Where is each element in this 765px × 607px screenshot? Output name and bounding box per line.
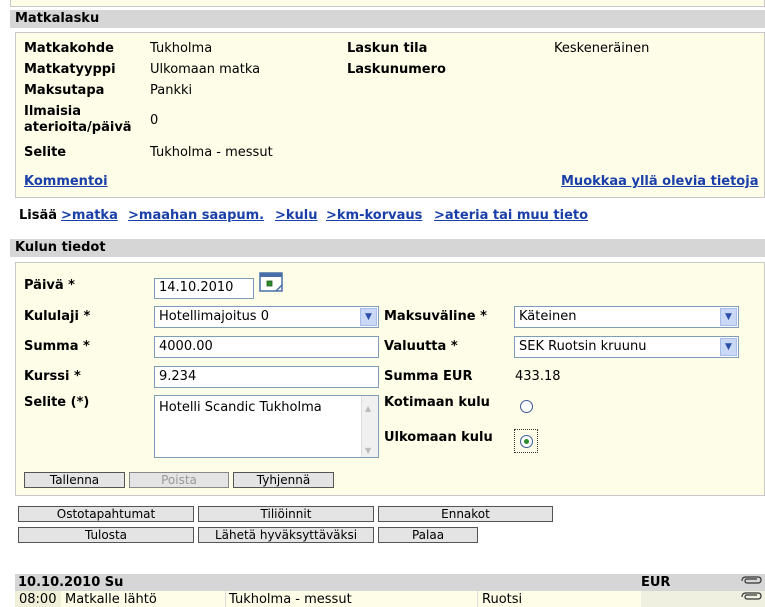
muokkaa-link[interactable]: Muokkaa yllä olevia tietoja [561, 174, 758, 189]
chevron-down-icon[interactable]: ▼ [360, 308, 377, 326]
row-divider [477, 591, 478, 607]
paiva-label: Päivä * [24, 278, 75, 293]
laheta-button[interactable]: Lähetä hyväksyttäväksi [198, 527, 374, 543]
matkalasku-header: Matkalasku [10, 10, 765, 28]
previous-panel-edge [10, 0, 765, 7]
laskunumero-label: Laskunumero [347, 62, 446, 77]
radio-selected-dot [524, 439, 529, 444]
ilmaisia-label-line2: aterioita/päivä [24, 120, 132, 135]
matkatyyppi-value: Ulkomaan matka [150, 62, 261, 77]
ilmaisia-label-line1: Ilmaisia [24, 104, 82, 119]
paperclip-icon[interactable] [739, 591, 763, 603]
ulkomaan-kulu-radio[interactable] [520, 435, 533, 448]
tallenna-button[interactable]: Tallenna [24, 472, 125, 488]
row-event: Matkalle lähtö [65, 592, 157, 607]
table-row[interactable]: 08:00 Matkalle lähtö Tukholma - messut R… [15, 591, 765, 607]
selite-value: Tukholma - messut [150, 145, 273, 160]
kommentoi-link[interactable]: Kommentoi [24, 174, 108, 189]
matkakohde-value: Tukholma [150, 41, 213, 56]
valuutta-label: Valuutta * [384, 339, 458, 354]
poista-button[interactable]: Poista [129, 472, 229, 488]
ostotapahtumat-button[interactable]: Ostotapahtumat [18, 506, 194, 522]
matkatyyppi-label: Matkatyyppi [24, 62, 116, 77]
add-ateria-link[interactable]: >ateria tai muu tieto [434, 208, 588, 223]
day-date: 10.10.2010 Su [18, 575, 124, 590]
summa-input[interactable]: 4000.00 [154, 336, 379, 358]
currency-header: EUR [641, 575, 671, 590]
kulun-tiedot-header: Kulun tiedot [10, 239, 765, 257]
selite-label: Selite [24, 145, 67, 160]
valuutta-select[interactable]: SEK Ruotsin kruunu ▼ [514, 336, 739, 358]
scroll-up-icon[interactable]: ▲ [365, 400, 371, 418]
maksutapa-label: Maksutapa [24, 83, 105, 98]
calendar-icon[interactable] [259, 272, 285, 294]
row-country: Ruotsi [482, 592, 523, 607]
textarea-scrollbar[interactable]: ▲ ▼ [361, 396, 378, 457]
add-kulu-link[interactable]: >kulu [275, 208, 318, 223]
summa-eur-label: Summa EUR [384, 369, 473, 384]
day-header-row: 10.10.2010 Su EUR [15, 574, 765, 591]
matkakohde-label: Matkakohde [24, 41, 114, 56]
maksuvaline-value: Käteinen [519, 309, 577, 324]
kululaji-select[interactable]: Hotellimajoitus 0 ▼ [154, 306, 379, 328]
maksuvaline-select[interactable]: Käteinen ▼ [514, 306, 739, 328]
kululaji-value: Hotellimajoitus 0 [159, 309, 269, 324]
chevron-down-icon[interactable]: ▼ [720, 308, 737, 326]
laskun-tila-value: Keskeneräinen [554, 41, 650, 56]
valuutta-value: SEK Ruotsin kruunu [519, 339, 647, 354]
maksutapa-value: Pankki [150, 83, 193, 98]
add-km-korvaus-link[interactable]: >km-korvaus [326, 208, 422, 223]
chevron-down-icon[interactable]: ▼ [720, 338, 737, 356]
summa-label: Summa * [24, 339, 90, 354]
scroll-down-icon[interactable]: ▼ [365, 442, 371, 460]
paperclip-icon[interactable] [739, 575, 763, 587]
selite-textarea-value: Hotelli Scandic Tukholma [159, 400, 322, 415]
palaa-button[interactable]: Palaa [378, 527, 478, 543]
ennakot-button[interactable]: Ennakot [378, 506, 553, 522]
add-matka-link[interactable]: >matka [61, 208, 118, 223]
laskun-tila-label: Laskun tila [347, 41, 428, 56]
tilioinnit-button[interactable]: Tiliöinnit [198, 506, 374, 522]
kotimaan-kulu-label: Kotimaan kulu [384, 395, 490, 410]
kurssi-label: Kurssi * [24, 369, 81, 384]
ilmaisia-value: 0 [150, 113, 159, 128]
selite-textarea[interactable]: Hotelli Scandic Tukholma ▲ ▼ [154, 395, 379, 458]
maksuvaline-label: Maksuväline * [384, 309, 487, 324]
selite-kulu-label: Selite (*) [24, 395, 90, 410]
kululaji-label: Kululaji * [24, 309, 91, 324]
row-divider [225, 591, 226, 607]
kotimaan-kulu-radio[interactable] [520, 400, 533, 413]
tulosta-button[interactable]: Tulosta [18, 527, 194, 543]
tyhjenna-button[interactable]: Tyhjennä [233, 472, 334, 488]
row-time: 08:00 [19, 592, 57, 607]
add-maahan-saapum-link[interactable]: >maahan saapum. [128, 208, 264, 223]
ulkomaan-kulu-label: Ulkomaan kulu [384, 430, 493, 445]
summa-eur-value: 433.18 [515, 369, 561, 384]
kurssi-input[interactable]: 9.234 [154, 366, 379, 388]
row-description: Tukholma - messut [229, 592, 352, 607]
paiva-input[interactable]: 14.10.2010 [154, 278, 254, 299]
lisaa-label: Lisää [19, 208, 58, 223]
